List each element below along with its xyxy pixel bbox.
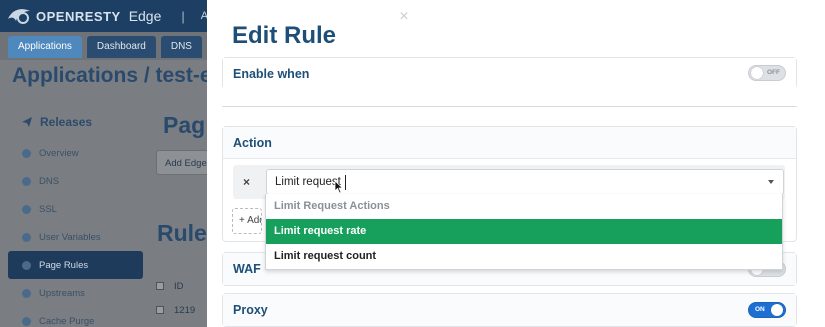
- option-limit-request-count[interactable]: Limit request count: [266, 244, 782, 269]
- sidebar-item-page-rules[interactable]: Page Rules: [8, 251, 143, 279]
- add-action-button[interactable]: + Add: [232, 208, 262, 234]
- paper-plane-icon: [22, 117, 32, 127]
- sidebar-item-label: SSL: [39, 203, 57, 215]
- overview-icon: [22, 148, 31, 158]
- breadcrumb: Applications / test-ec: [12, 64, 224, 87]
- upstreams-icon: [22, 288, 31, 298]
- sidebar-item-overview[interactable]: Overview: [8, 139, 143, 167]
- proxy-panel: Proxy ON: [222, 293, 797, 327]
- action-header: Action: [223, 127, 796, 159]
- modal-title: Edit Rule: [232, 22, 337, 49]
- enable-when-label: Enable when: [233, 67, 310, 81]
- enable-when-panel: Enable when OFF: [222, 57, 797, 90]
- rules-section-title: Rule: [157, 220, 207, 246]
- action-label: Action: [233, 135, 272, 150]
- action-dropdown-menu: Limit Request Actions Limit request rate…: [265, 194, 783, 270]
- table-header-id: ID: [174, 280, 184, 292]
- sidebar-item-cache-purge[interactable]: Cache Purge: [8, 307, 143, 327]
- sidebar-item-upstreams[interactable]: Upstreams: [8, 279, 143, 307]
- table-cell-id: 1219: [174, 304, 196, 316]
- brand-logo[interactable]: OPENRESTY Edge | Abc: [6, 5, 220, 27]
- ssl-icon: [22, 204, 31, 214]
- mouse-pointer-icon: [334, 180, 344, 194]
- sidebar-item-label: User Variables: [39, 231, 101, 243]
- tab-dashboard[interactable]: Dashboard: [86, 36, 156, 58]
- proxy-toggle[interactable]: ON: [748, 302, 786, 318]
- sidebar-item-dns[interactable]: DNS: [8, 167, 143, 195]
- sidebar-item-label: Page Rules: [39, 259, 89, 271]
- product-name: Edge: [128, 8, 162, 24]
- waf-label: WAF: [233, 262, 261, 276]
- topbar-separator: |: [181, 8, 185, 24]
- row-checkbox[interactable]: [156, 306, 164, 314]
- table-header-row: ID: [150, 274, 210, 298]
- tab-applications[interactable]: Applications: [8, 36, 82, 58]
- toggle-knob: [751, 67, 763, 79]
- page-title: Pag: [163, 112, 206, 138]
- option-limit-request-rate[interactable]: Limit request rate: [266, 219, 782, 244]
- sidebar-item-ssl[interactable]: SSL: [8, 195, 143, 223]
- sidebar-item-user-variables[interactable]: User Variables: [8, 223, 143, 251]
- close-icon[interactable]: ×: [397, 9, 411, 25]
- brand-name: OPENRESTY: [36, 8, 121, 24]
- toggle-state-label: ON: [755, 306, 765, 313]
- select-all-checkbox[interactable]: [156, 282, 164, 290]
- dns-icon: [22, 176, 31, 186]
- tab-dns[interactable]: DNS: [160, 36, 202, 58]
- enable-when-toggle[interactable]: OFF: [748, 65, 786, 81]
- variables-icon: [22, 232, 31, 242]
- app-sidebar: Releases Overview DNS SSL User Variables…: [8, 105, 143, 327]
- edit-rule-modal: × Edit Rule Enable when OFF Action × Lim…: [207, 0, 825, 327]
- remove-action-icon[interactable]: ×: [243, 175, 250, 189]
- proxy-header: Proxy: [223, 294, 796, 326]
- sidebar-item-label: Overview: [39, 147, 79, 159]
- sidebar-header-releases[interactable]: Releases: [8, 105, 143, 139]
- text-caret: [345, 175, 346, 190]
- sidebar-item-label: Upstreams: [39, 287, 85, 299]
- section-divider: [222, 106, 797, 107]
- proxy-label: Proxy: [233, 303, 268, 317]
- sidebar-item-label: Cache Purge: [39, 315, 95, 327]
- caret-up-icon[interactable]: [768, 180, 774, 184]
- openresty-logo-icon: [8, 9, 30, 24]
- sidebar-header-label: Releases: [40, 115, 93, 129]
- toggle-knob: [771, 304, 783, 316]
- sidebar-item-label: DNS: [39, 175, 60, 187]
- page-rules-icon: [22, 260, 31, 270]
- table-row[interactable]: 1219: [150, 298, 210, 322]
- toggle-state-label: OFF: [767, 69, 780, 76]
- enable-when-header: Enable when: [223, 58, 796, 90]
- main-nav-tabs: Applications Dashboard DNS: [8, 36, 202, 58]
- dropdown-group-label: Limit Request Actions: [274, 200, 390, 212]
- cache-purge-icon: [22, 316, 31, 326]
